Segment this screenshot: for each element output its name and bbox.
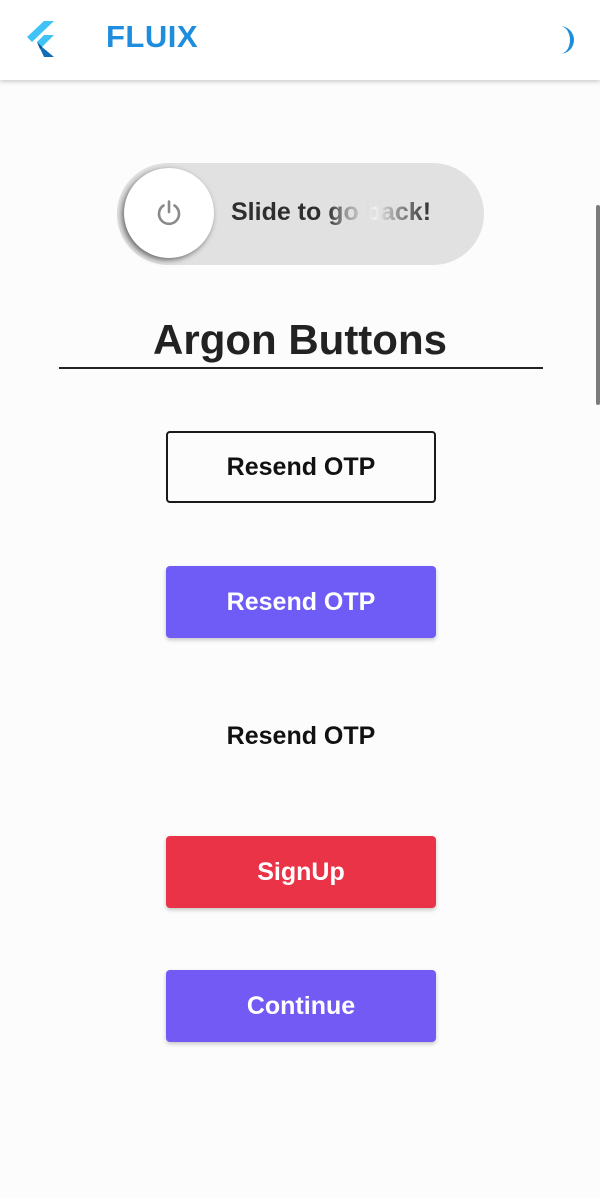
slider-knob[interactable] [124,168,214,258]
crescent-moon-icon[interactable] [552,24,580,56]
resend-otp-filled-button[interactable]: Resend OTP [166,566,436,638]
section-heading: Argon Buttons [153,316,447,363]
button-label: SignUp [257,857,345,886]
power-icon [157,200,181,226]
app-title: FLUIX [106,19,199,54]
resend-otp-outline-button[interactable]: Resend OTP [166,431,436,503]
signup-button[interactable]: SignUp [166,836,436,908]
flutter-logo-icon[interactable] [24,21,58,57]
button-label: Resend OTP [226,452,376,481]
app-bar: FLUIX [0,0,600,80]
button-label: Resend OTP [226,587,376,616]
resend-otp-text-button[interactable]: Resend OTP [166,700,436,772]
slider-label: Slide to go back! [231,198,432,226]
heading-underline [59,367,543,369]
button-label: Resend OTP [226,721,376,750]
slide-to-go-back-slider[interactable]: Slide to go back! [117,163,484,265]
scrollbar[interactable] [596,205,600,405]
button-label: Continue [246,991,356,1020]
continue-button[interactable]: Continue [166,970,436,1042]
